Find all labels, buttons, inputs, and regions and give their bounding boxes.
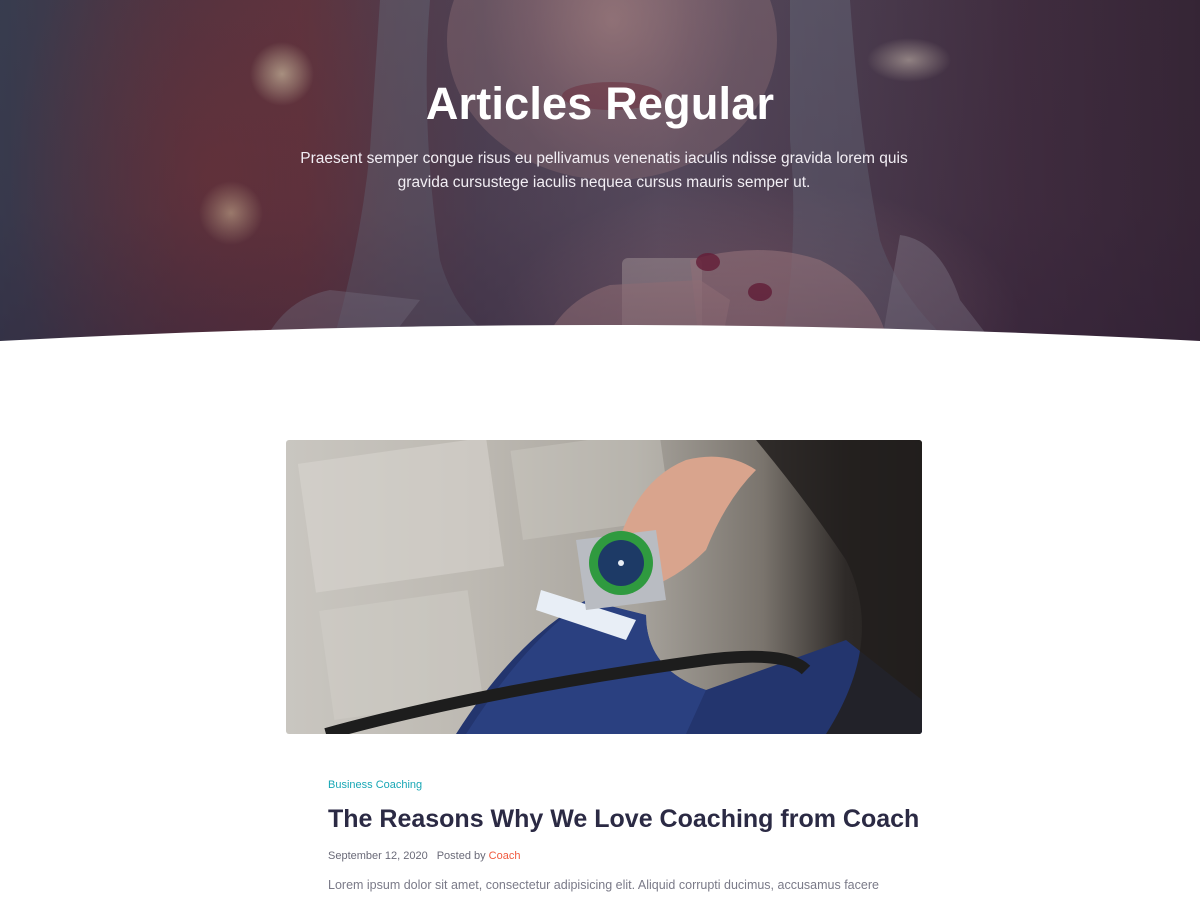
post-category-link[interactable]: Business Coaching	[328, 779, 422, 791]
page: Articles Regular Praesent semper congue …	[0, 0, 1200, 900]
post-excerpt: Lorem ipsum dolor sit amet, consectetur …	[328, 878, 879, 892]
post-author-link[interactable]: Coach	[489, 850, 521, 862]
post-featured-image[interactable]	[286, 440, 922, 734]
wristwatch-photo	[297, 440, 922, 734]
hero-bottom-curve	[0, 325, 1200, 352]
post-date: September 12, 2020	[328, 850, 428, 862]
post-meta: September 12, 2020 Posted by Coach	[328, 850, 520, 862]
hero-banner: Articles Regular Praesent semper congue …	[0, 0, 1200, 352]
posted-by-label: Posted by	[436, 850, 486, 862]
hero-subtitle: Praesent semper congue risus eu pellivam…	[300, 150, 908, 191]
post-title[interactable]: The Reasons Why We Love Coaching from Co…	[328, 805, 919, 834]
page-title: Articles Regular	[425, 78, 775, 129]
